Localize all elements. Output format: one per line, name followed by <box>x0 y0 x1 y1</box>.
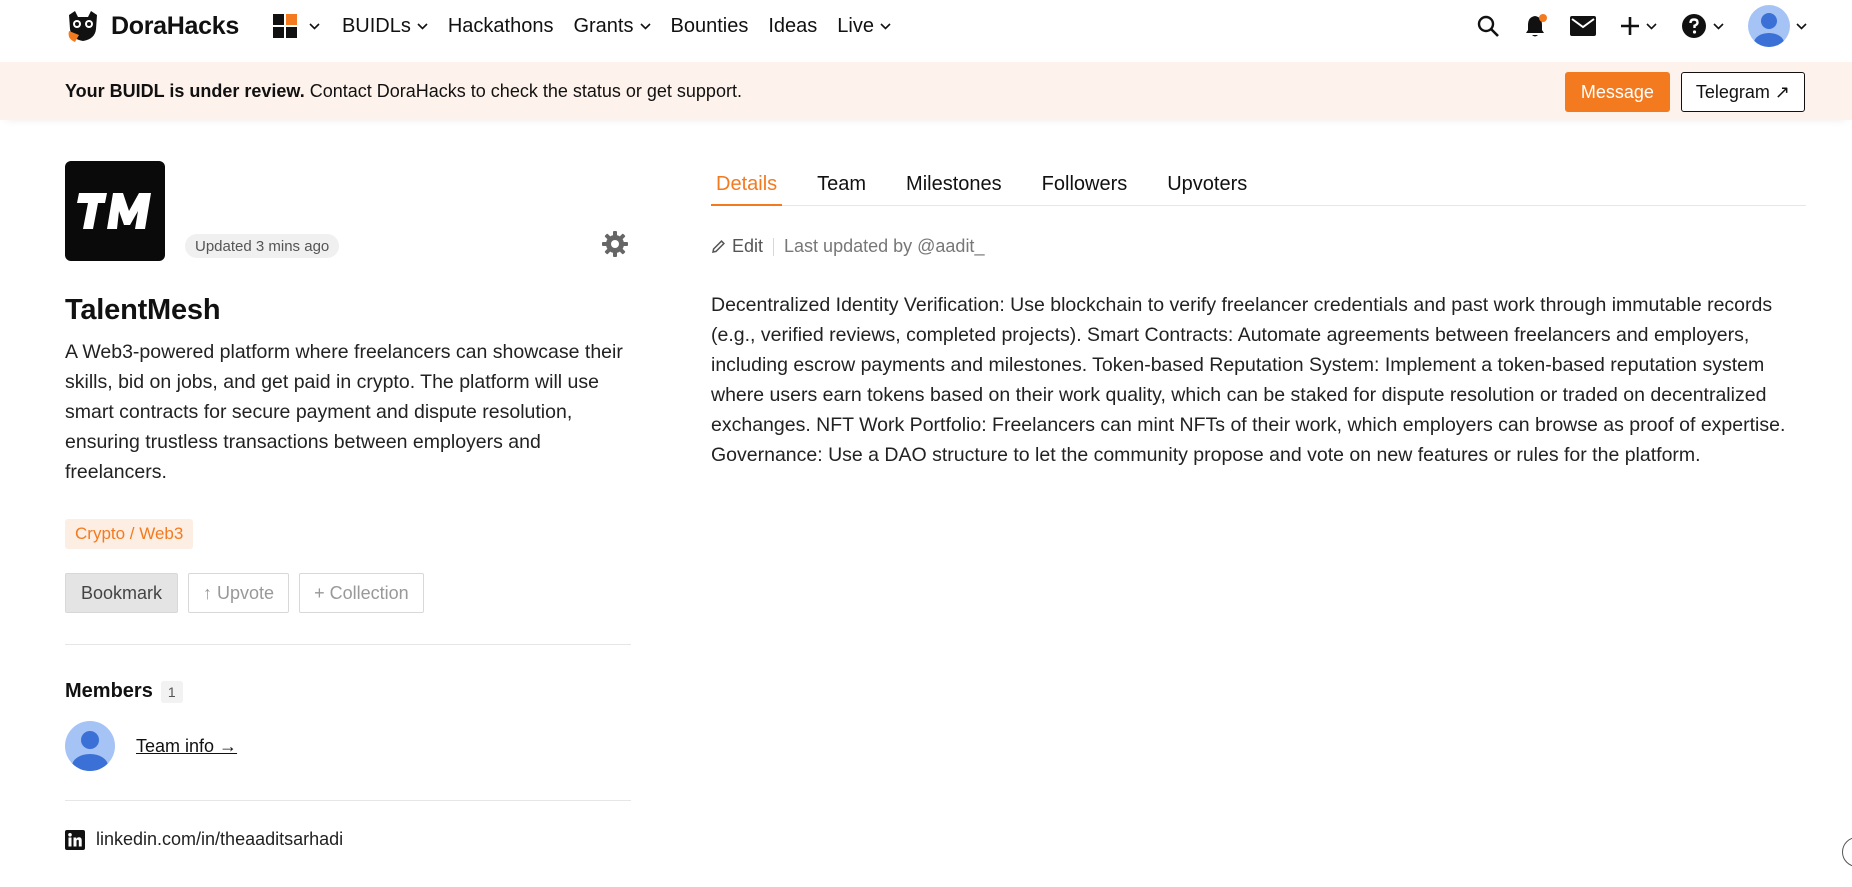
pencil-icon <box>712 240 725 253</box>
nav-right-actions <box>1452 0 1807 52</box>
banner-title: Your BUIDL is under review. <box>65 80 305 101</box>
avatar <box>1748 5 1790 47</box>
mail-icon <box>1570 16 1596 36</box>
nav-live-label: Live <box>837 14 874 37</box>
project-description: A Web3-powered platform where freelancer… <box>65 341 623 483</box>
brand-name: DoraHacks <box>111 11 239 40</box>
nav-hackathons-label: Hackathons <box>447 14 554 37</box>
tm-logo-icon <box>77 193 151 229</box>
tab-details[interactable]: Details <box>711 165 783 206</box>
plus-icon <box>1621 17 1639 35</box>
search-icon <box>1477 15 1499 37</box>
project-tabs: Details Team Milestones Followers Upvote… <box>711 165 1806 206</box>
linkedin-link[interactable]: linkedin.com/in/theaaditsarhadi <box>65 829 631 850</box>
tab-milestones[interactable]: Milestones <box>901 165 1007 206</box>
chevron-down-icon <box>1796 22 1807 30</box>
nav-grants-label: Grants <box>573 14 634 37</box>
message-button[interactable]: Message <box>1564 72 1670 112</box>
tab-upvoters[interactable]: Upvoters <box>1162 165 1252 206</box>
chevron-down-icon <box>880 22 891 30</box>
collection-button[interactable]: + Collection <box>299 573 424 613</box>
nav-ideas[interactable]: Ideas <box>768 15 817 38</box>
banner-actions: Message Telegram ↗ <box>1564 72 1805 112</box>
member-avatar[interactable] <box>65 721 115 771</box>
separator <box>773 237 775 256</box>
edit-row: Edit Last updated by @aadit_ <box>711 236 1806 257</box>
tab-team[interactable]: Team <box>812 165 871 206</box>
tab-followers[interactable]: Followers <box>1037 165 1133 206</box>
telegram-button[interactable]: Telegram ↗ <box>1680 72 1805 112</box>
edit-label: Edit <box>732 236 764 256</box>
nav-buidls[interactable]: BUIDLs <box>342 15 428 38</box>
updated-badge: Updated 3 mins ago <box>185 234 340 258</box>
nav-bounties-label: Bounties <box>670 14 749 37</box>
search-button[interactable] <box>1476 14 1500 38</box>
gear-icon[interactable] <box>602 231 628 257</box>
user-menu-button[interactable] <box>1748 5 1807 47</box>
project-main: Details Team Milestones Followers Upvote… <box>711 165 1806 470</box>
divider <box>65 800 631 801</box>
chevron-down-icon <box>417 22 428 30</box>
edit-button[interactable]: Edit <box>711 236 763 257</box>
help-icon <box>1682 14 1706 38</box>
upvote-button[interactable]: ↑ Upvote <box>188 573 290 613</box>
details-body: Decentralized Identity Verification: Use… <box>711 294 1786 466</box>
apps-grid-icon <box>272 14 297 38</box>
chevron-down-icon <box>1713 22 1724 30</box>
members-count-badge: 1 <box>160 680 183 703</box>
team-info-link[interactable]: Team info → <box>136 736 237 757</box>
notifications-button[interactable] <box>1524 14 1547 38</box>
owl-logo-icon <box>68 11 97 42</box>
linkedin-icon <box>65 829 85 850</box>
chevron-down-icon <box>309 22 320 30</box>
banner-text: Contact DoraHacks to check the status or… <box>309 80 742 101</box>
top-nav: DoraHacks BUIDLs Hackathons Grants Bount… <box>0 0 1852 52</box>
nav-buidls-label: BUIDLs <box>341 14 411 37</box>
dorahacks-logo[interactable]: DoraHacks <box>65 9 239 43</box>
help-menu-button[interactable] <box>1681 13 1724 39</box>
project-sidebar: Updated 3 mins ago TalentMesh A Web3-pow… <box>65 161 631 850</box>
messages-button[interactable] <box>1570 16 1596 36</box>
bookmark-button[interactable]: Bookmark <box>65 573 179 613</box>
apps-menu-button[interactable] <box>272 14 320 38</box>
last-updated-text: Last updated by @aadit_ <box>784 236 985 256</box>
main-menu: BUIDLs Hackathons Grants Bounties Ideas … <box>272 14 911 38</box>
project-logo <box>65 161 165 261</box>
chevron-down-icon <box>639 22 651 30</box>
scroll-to-top-button[interactable] <box>1842 837 1852 867</box>
member-item: Team info → <box>65 721 631 771</box>
divider <box>65 644 631 645</box>
nav-hackathons[interactable]: Hackathons <box>448 15 554 38</box>
review-banner: Your BUIDL is under review. Contact Dora… <box>0 62 1852 120</box>
create-menu-button[interactable] <box>1620 16 1657 36</box>
members-title: Members <box>65 680 153 702</box>
members-header: Members 1 <box>65 680 631 703</box>
project-title: TalentMesh <box>65 294 221 326</box>
nav-ideas-label: Ideas <box>768 14 818 37</box>
project-actions: Bookmark ↑ Upvote + Collection <box>65 573 631 613</box>
category-tag[interactable]: Crypto / Web3 <box>65 519 194 549</box>
nav-grants[interactable]: Grants <box>573 14 651 38</box>
linkedin-url: linkedin.com/in/theaaditsarhadi <box>96 829 344 849</box>
nav-bounties[interactable]: Bounties <box>671 15 749 38</box>
nav-live[interactable]: Live <box>837 15 891 38</box>
chevron-down-icon <box>1646 22 1657 30</box>
notification-dot <box>1539 14 1547 22</box>
